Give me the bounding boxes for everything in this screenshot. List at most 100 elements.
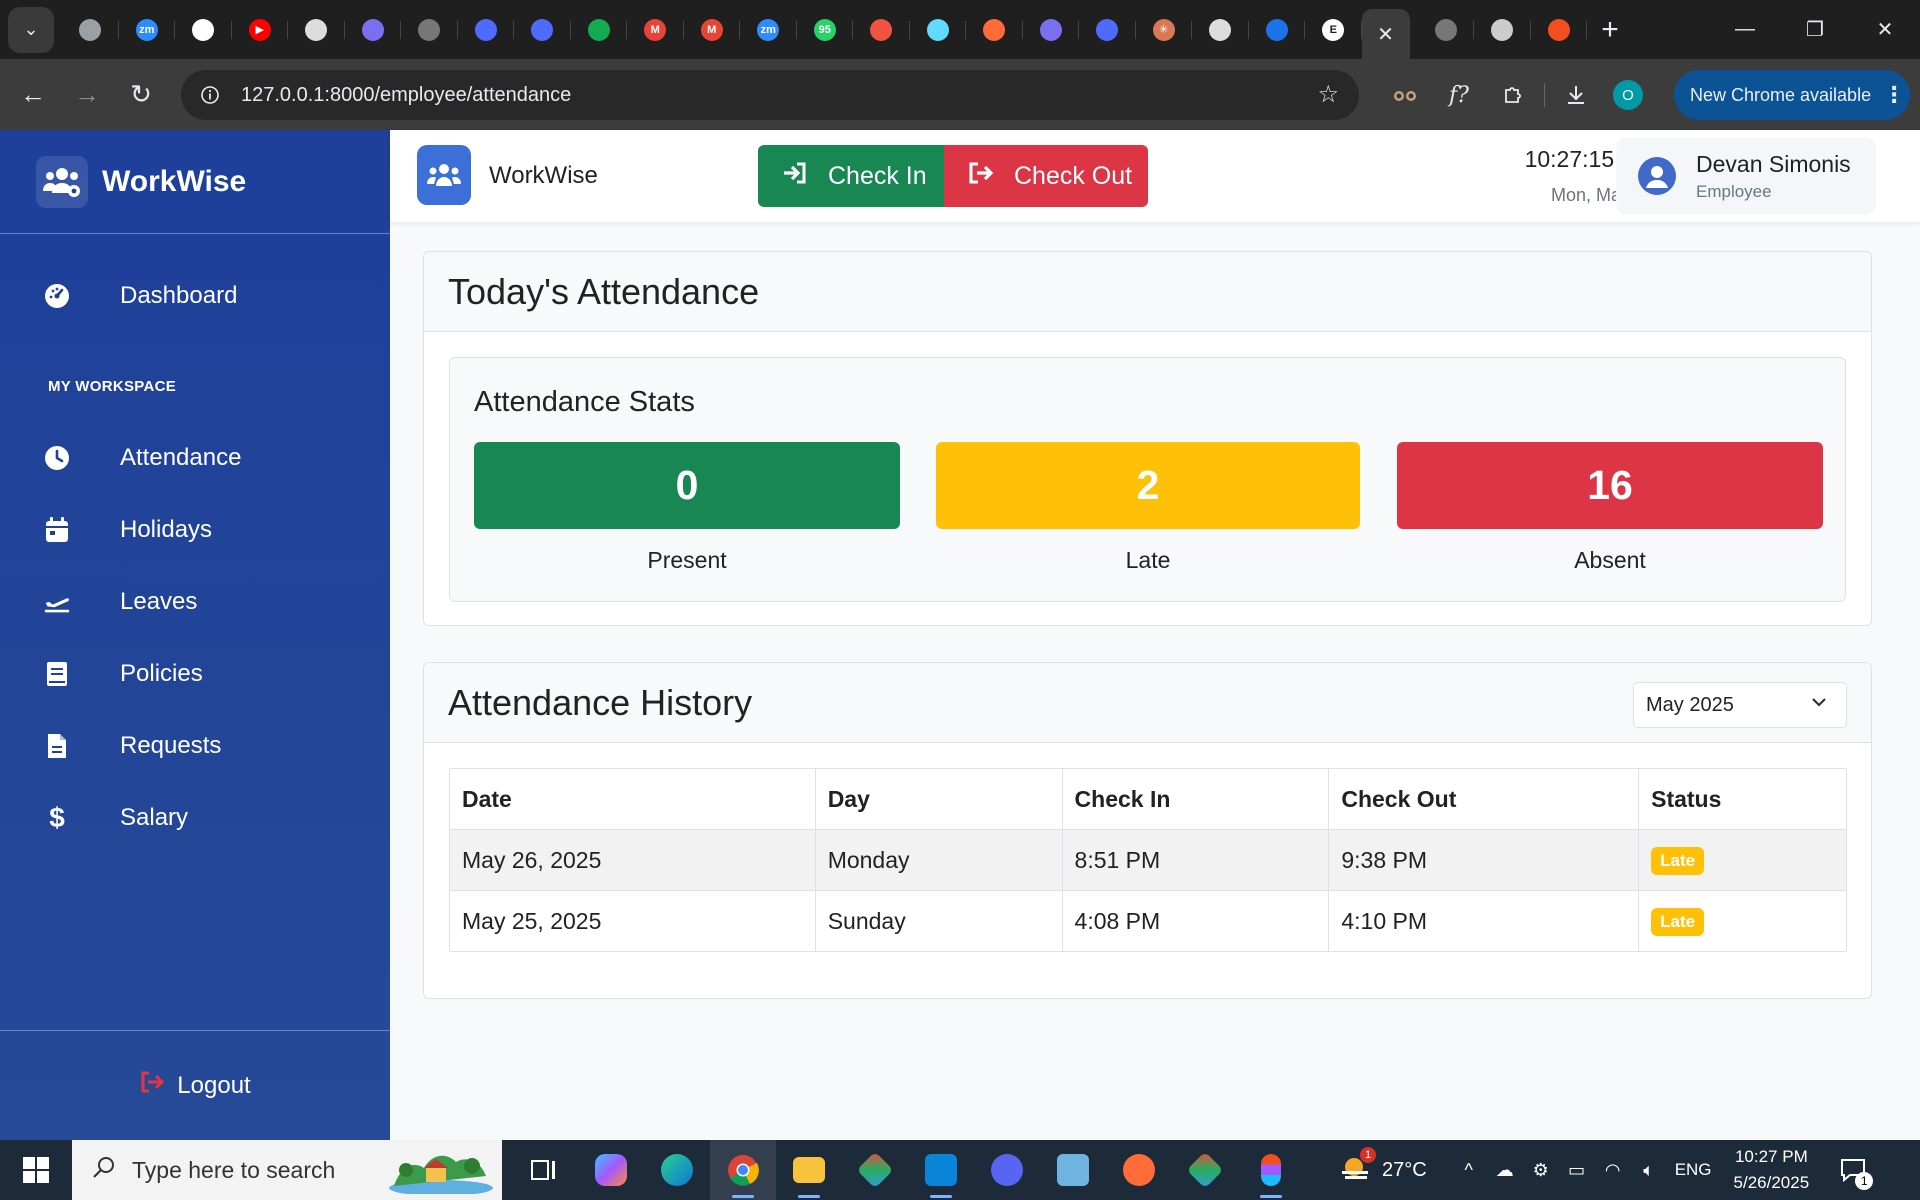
linear-icon (1039, 18, 1062, 41)
browser-tab[interactable]: ✳ (1136, 7, 1193, 53)
sidebar-item-leaves[interactable]: Leaves (0, 572, 390, 632)
logout-button[interactable]: Logout (0, 1030, 390, 1140)
browser-tab[interactable] (1192, 7, 1249, 53)
sidebar: WorkWise Dashboard MY WORKSPACE Attendan… (0, 130, 390, 1140)
update-label: New Chrome available (1690, 84, 1872, 105)
wifi-icon[interactable]: ◠ (1595, 1140, 1631, 1200)
browser-tab[interactable] (62, 7, 119, 53)
new-tab-button[interactable]: + (1587, 7, 1633, 53)
edge-icon[interactable] (644, 1140, 710, 1200)
weather-widget[interactable]: 1 27°C (1340, 1147, 1427, 1187)
menu-kebab-icon[interactable]: ⋮ (1883, 82, 1905, 108)
browser-tab[interactable] (910, 7, 967, 53)
browser-tab[interactable] (853, 7, 910, 53)
active-tab[interactable]: ✕ (1361, 9, 1410, 59)
address-bar[interactable]: 127.0.0.1:8000/employee/attendance ☆ (181, 70, 1359, 120)
close-window-button[interactable]: ✕ (1850, 0, 1920, 59)
chrome-taskbar-icon[interactable] (710, 1140, 776, 1200)
sidebar-item-dashboard[interactable]: Dashboard (0, 266, 390, 326)
app-header: WorkWise Check In Check Out 10:27:15 PM … (390, 130, 1920, 222)
browser-tab[interactable] (1249, 7, 1306, 53)
profile-avatar[interactable]: O (1613, 80, 1643, 110)
taskbar-clock[interactable]: 10:27 PM 5/26/2025 (1734, 1144, 1810, 1196)
windows-logo-icon (23, 1157, 49, 1183)
browser-tab[interactable]: zm (740, 7, 797, 53)
header-brand: WorkWise (489, 162, 598, 189)
chrome-update-button[interactable]: New Chrome available ⋮ (1674, 70, 1910, 120)
postman-taskbar-icon[interactable] (1106, 1140, 1172, 1200)
copilot-icon[interactable] (578, 1140, 644, 1200)
puzzle-extension-icon[interactable] (1486, 73, 1540, 117)
check-out-button[interactable]: Check Out (944, 145, 1148, 207)
figma-taskbar-icon[interactable] (1238, 1140, 1304, 1200)
file-explorer-icon[interactable] (776, 1140, 842, 1200)
browser-tab[interactable] (571, 7, 628, 53)
windows-taskbar: Type here to search 1 27°C ^ ☁ ⚙ ▭ ◠ 🔈︎ … (0, 1140, 1920, 1200)
restore-button[interactable]: ❐ (1780, 0, 1850, 59)
browser-tab[interactable] (401, 7, 458, 53)
browser-tab[interactable]: ▶ (232, 7, 289, 53)
taskbar-date: 5/26/2025 (1733, 1173, 1810, 1192)
onedrive-icon[interactable]: ☁ (1487, 1140, 1523, 1200)
column-header: Day (814, 768, 1063, 830)
browser-tab[interactable] (1079, 7, 1136, 53)
notification-center-icon[interactable]: 1 (1825, 1140, 1881, 1200)
sidebar-item-policies[interactable]: Policies (0, 644, 390, 704)
close-icon[interactable]: ✕ (1377, 22, 1394, 47)
claude-icon: ✳ (1152, 18, 1175, 41)
font-extension-icon[interactable]: f? (1432, 73, 1486, 117)
sidebar-item-attendance[interactable]: Attendance (0, 428, 390, 488)
back-button[interactable]: ← (6, 73, 60, 117)
reload-button[interactable]: ↻ (114, 73, 168, 117)
browser-tab[interactable] (288, 7, 345, 53)
browser-tab[interactable] (458, 7, 515, 53)
sidebar-item-holidays[interactable]: Holidays (0, 500, 390, 560)
user-menu[interactable]: Devan Simonis Employee (1616, 138, 1876, 214)
taskbar-search[interactable]: Type here to search (72, 1140, 502, 1200)
vscode-icon[interactable] (908, 1140, 974, 1200)
sidebar-item-salary[interactable]: $ Salary (0, 788, 390, 848)
site-info-icon[interactable] (187, 72, 233, 118)
sidebar-brand[interactable]: WorkWise (0, 130, 390, 234)
browser-tab[interactable] (345, 7, 402, 53)
browser-tab[interactable] (1418, 7, 1475, 53)
browser-tab[interactable] (514, 7, 571, 53)
browser-tab[interactable] (1023, 7, 1080, 53)
tab-search-button[interactable]: ⌄ (8, 6, 54, 53)
forward-button[interactable]: → (60, 73, 114, 117)
browser-tab[interactable] (1531, 7, 1588, 53)
volume-icon[interactable]: 🔈︎ (1631, 1140, 1667, 1200)
windows-start-button[interactable] (0, 1140, 72, 1200)
browser-tab[interactable]: M (627, 7, 684, 53)
openai-icon (1209, 18, 1232, 41)
users-icon[interactable] (417, 145, 471, 205)
network-settings-icon[interactable]: ⚙ (1523, 1140, 1559, 1200)
browser-tab[interactable] (175, 7, 232, 53)
minimize-button[interactable]: — (1710, 0, 1780, 59)
month-select-value: May 2025 (1646, 693, 1734, 716)
check-in-button[interactable]: Check In (758, 145, 944, 207)
month-select[interactable]: May 2025 (1633, 682, 1847, 728)
sidebar-section-title: MY WORKSPACE (48, 378, 177, 395)
bookmark-star-icon[interactable]: ☆ (1317, 80, 1339, 109)
sidebar-item-label: Policies (120, 660, 203, 687)
browser-tab[interactable] (1474, 7, 1531, 53)
browser-tab[interactable]: 95 (797, 7, 854, 53)
sidebar-item-requests[interactable]: Requests (0, 716, 390, 776)
battery-icon[interactable]: ▭ (1559, 1140, 1595, 1200)
notepad-icon[interactable] (1040, 1140, 1106, 1200)
discord-icon[interactable] (974, 1140, 1040, 1200)
task-view-icon[interactable] (512, 1140, 578, 1200)
url-text[interactable]: 127.0.0.1:8000/employee/attendance (241, 84, 571, 107)
download-icon[interactable] (1549, 73, 1603, 117)
browser-tab[interactable] (966, 7, 1023, 53)
deepseek-icon (1096, 18, 1119, 41)
language-indicator[interactable]: ENG (1675, 1160, 1712, 1180)
browser-tab[interactable]: zm (119, 7, 176, 53)
git-tool-icon[interactable] (842, 1140, 908, 1200)
browser-tab[interactable]: M (684, 7, 741, 53)
git-tool-icon[interactable] (1172, 1140, 1238, 1200)
glasses-extension-icon[interactable] (1378, 73, 1432, 117)
chevron-up-icon[interactable]: ^ (1451, 1140, 1487, 1200)
browser-tab[interactable]: E (1305, 7, 1362, 53)
